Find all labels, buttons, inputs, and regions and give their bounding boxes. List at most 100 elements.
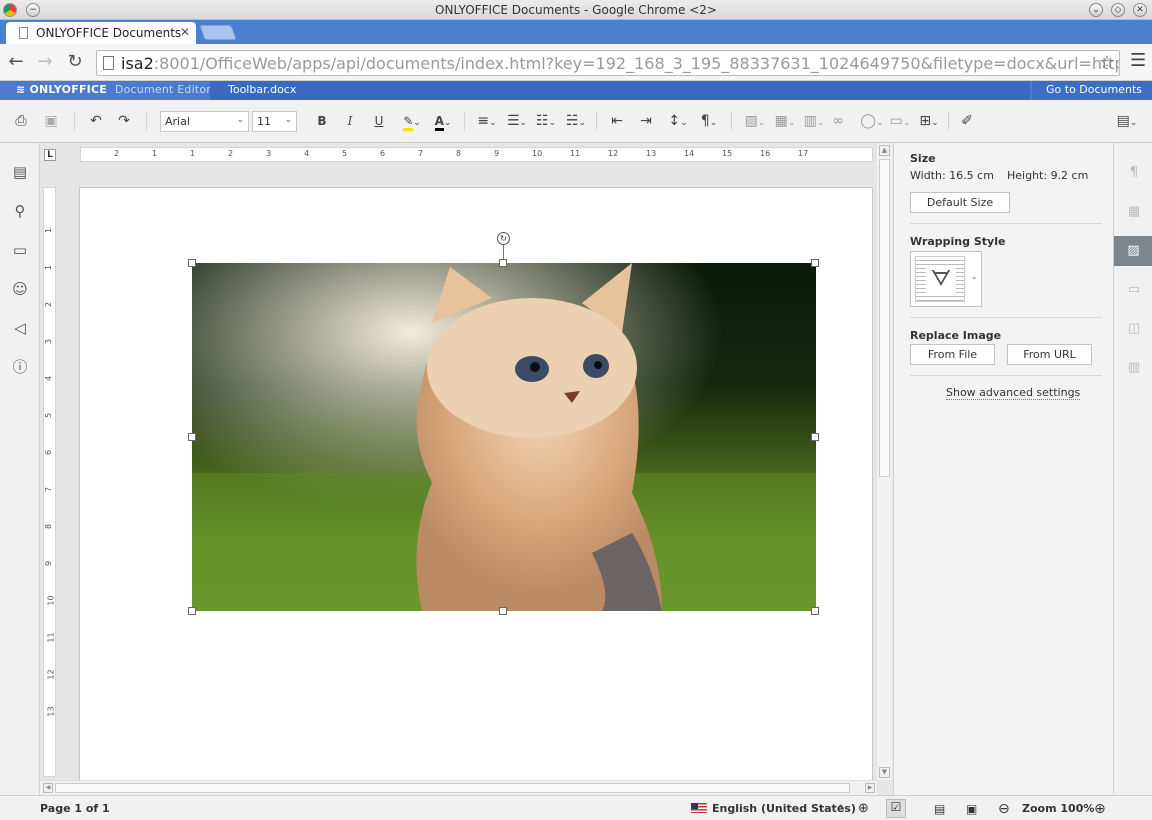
resize-handle-e[interactable] (811, 433, 819, 441)
resize-handle-w[interactable] (188, 433, 196, 441)
resize-handle-s[interactable] (499, 607, 507, 615)
tab-close-icon[interactable]: ✕ (180, 25, 190, 39)
app-header: ≋ ONLYOFFICE Document Editor Toolbar.docx… (0, 81, 1152, 100)
minimize-button[interactable]: ⌄ (1089, 3, 1103, 17)
browser-menu-icon[interactable]: ☰ (1130, 52, 1146, 70)
maximize-button[interactable]: ◇ (1111, 3, 1125, 17)
bullet-list-icon[interactable]: ☰⌄ (505, 112, 529, 130)
about-info-icon[interactable]: ⓘ (11, 358, 29, 376)
fit-page-icon[interactable]: ▤ (934, 802, 945, 816)
ruler-tick-label: 8 (44, 523, 54, 530)
redo-icon[interactable]: ↷ (115, 112, 133, 130)
scroll-up-icon[interactable]: ▲ (879, 145, 890, 156)
chevron-down-icon: ⌄ (236, 115, 244, 125)
view-settings-icon[interactable]: ▤⌄ (1114, 112, 1140, 130)
go-to-documents-link[interactable]: Go to Documents (1032, 81, 1152, 100)
default-size-button[interactable]: Default Size (910, 192, 1010, 213)
browser-tab[interactable]: ONLYOFFICE Documents ✕ (6, 22, 196, 44)
resize-handle-sw[interactable] (188, 607, 196, 615)
rotate-handle-icon[interactable]: ↻ (497, 232, 510, 245)
numbered-list-icon[interactable]: ☷⌄ (534, 112, 558, 130)
ruler-tick-label: 13 (46, 706, 56, 717)
language-select[interactable]: English (United States) (712, 802, 856, 816)
increase-indent-icon[interactable]: ⇥ (637, 112, 655, 130)
bookmark-star-icon[interactable]: ☆ (1099, 52, 1115, 73)
chevron-up-icon[interactable]: ⌃ (837, 802, 845, 816)
font-color-button[interactable]: A⌄ (430, 112, 456, 131)
shape-settings-icon[interactable]: ◫ (1126, 321, 1142, 337)
decrease-indent-icon[interactable]: ⇤ (608, 112, 626, 130)
ruler-tick-label: 7 (418, 149, 424, 158)
bold-button[interactable]: B (314, 112, 330, 130)
save-icon[interactable]: ▣ (42, 112, 60, 130)
tab-stop-selector[interactable]: L (44, 149, 56, 161)
resize-handle-n[interactable] (499, 259, 507, 267)
resize-handle-nw[interactable] (188, 259, 196, 267)
chart-settings-icon[interactable]: ▥ (1126, 360, 1142, 376)
zoom-level: Zoom 100% (1022, 802, 1095, 815)
search-icon[interactable]: ⚲ (11, 202, 29, 220)
underline-button[interactable]: U (371, 112, 387, 130)
italic-button[interactable]: I (342, 112, 358, 130)
status-bar: Page 1 of 1 English (United States) ⌃ ⊕ … (0, 795, 1152, 820)
font-name-select[interactable]: Arial ⌄ (160, 111, 249, 132)
from-url-button[interactable]: From URL (1007, 344, 1092, 365)
close-window-button[interactable]: ✕ (1133, 3, 1147, 17)
back-icon[interactable]: ← (5, 51, 27, 73)
globe-icon[interactable]: ⊕ (858, 802, 869, 816)
address-bar[interactable]: isa2:8001/OfficeWeb/apps/api/documents/i… (96, 50, 1120, 76)
undo-icon[interactable]: ↶ (87, 112, 105, 130)
resize-handle-ne[interactable] (811, 259, 819, 267)
header-footer-settings-icon[interactable]: ▭ (1126, 282, 1142, 298)
horizontal-ruler[interactable]: 2 1 1 2 3 4 5 6 7 8 9 10 11 12 13 14 15 16 17 (80, 147, 873, 162)
scroll-down-icon[interactable]: ▼ (879, 767, 890, 778)
table-settings-icon[interactable]: ▦ (1126, 204, 1142, 220)
page-margins-icon[interactable]: ⊞⌄ (916, 112, 942, 130)
new-tab-button[interactable] (199, 25, 237, 40)
chat-user-icon[interactable]: ☺ (11, 280, 29, 298)
from-file-button[interactable]: From File (910, 344, 995, 365)
reload-icon[interactable]: ↻ (64, 51, 86, 73)
vertical-ruler[interactable]: 1 1 2 3 4 5 6 7 8 9 10 11 12 13 (43, 187, 56, 777)
horizontal-scrollbar[interactable]: ◀ ▶ (40, 780, 877, 795)
scroll-thumb-h[interactable] (55, 783, 850, 793)
headers-footers-icon[interactable]: ▭⌄ (887, 112, 913, 130)
zoom-out-icon[interactable]: ⊖ (998, 802, 1010, 816)
insert-image-icon[interactable]: ▨⌄ (742, 112, 768, 130)
insert-chart-icon[interactable]: ▥⌄ (801, 112, 827, 130)
kitten-image[interactable] (192, 263, 816, 611)
insert-link-icon[interactable]: ∞ (829, 112, 847, 130)
font-size-select[interactable]: 11 ⌄ (252, 111, 297, 132)
scroll-thumb[interactable] (879, 159, 890, 477)
paragraph-marks-icon[interactable]: ¶⌄ (697, 112, 721, 130)
image-settings-icon[interactable]: ▨ (1114, 236, 1152, 266)
speaker-icon[interactable]: ◁ (11, 319, 29, 337)
forward-icon[interactable]: → (34, 51, 56, 73)
ruler-tick-label: 6 (44, 449, 54, 456)
font-color-icon: A (434, 114, 444, 131)
replace-image-heading: Replace Image (910, 329, 1002, 342)
scroll-right-icon[interactable]: ▶ (865, 783, 875, 793)
zoom-in-icon[interactable]: ⊕ (1094, 802, 1106, 816)
copy-style-icon[interactable]: ✐ (958, 112, 976, 130)
show-advanced-settings-link[interactable]: Show advanced settings (946, 386, 1081, 400)
kitten-picture (192, 263, 816, 611)
scroll-left-icon[interactable]: ◀ (43, 783, 53, 793)
multilevel-list-icon[interactable]: ☵⌄ (564, 112, 588, 130)
ruler-tick-label: 7 (44, 486, 54, 493)
vertical-scrollbar[interactable]: ▲ ▼ (877, 143, 892, 780)
align-left-icon[interactable]: ≡⌄ (475, 112, 499, 130)
paragraph-settings-icon[interactable]: ¶ (1126, 165, 1142, 181)
comments-icon[interactable]: ▭ (11, 241, 29, 259)
track-changes-icon[interactable]: ☑ (886, 799, 906, 818)
file-icon[interactable]: ▤ (11, 163, 29, 181)
fit-width-icon[interactable]: ▣ (966, 802, 977, 816)
print-icon[interactable]: ⎙ (12, 112, 30, 130)
ruler-tick-label: 1 (190, 149, 196, 158)
line-spacing-icon[interactable]: ↕⌄ (666, 112, 690, 130)
insert-table-icon[interactable]: ▦⌄ (772, 112, 798, 130)
highlight-color-button[interactable]: ✎⌄ (399, 112, 425, 131)
wrapping-style-select[interactable]: ᗊ ⌄ (910, 251, 982, 307)
insert-shape-icon[interactable]: ◯⌄ (859, 112, 885, 130)
resize-handle-se[interactable] (811, 607, 819, 615)
